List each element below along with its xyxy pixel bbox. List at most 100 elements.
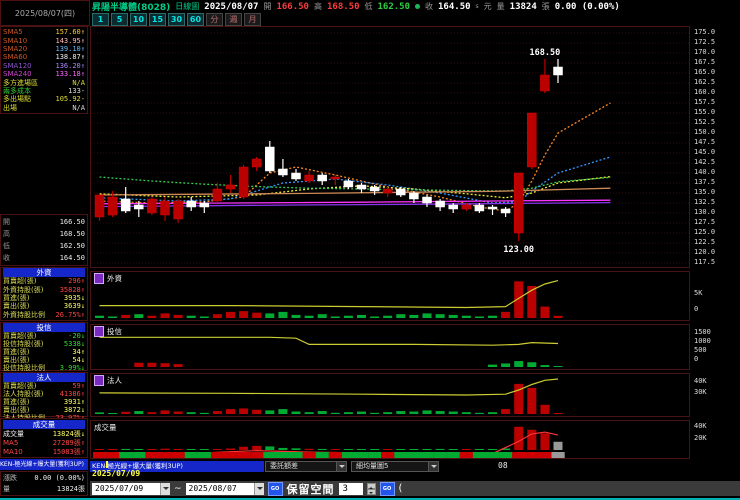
period-button-60[interactable]: 60 [187, 13, 204, 26]
stat-label: SMA20 [3, 44, 28, 53]
stat-value: 0.00 (0.00%) [34, 473, 85, 482]
stat-row: 投信持股比例 3.99%↓ [3, 364, 85, 372]
panel-tick-label: 500 [694, 346, 707, 354]
low-label: 低 [364, 2, 373, 11]
keep-space-input[interactable]: 3 [338, 482, 363, 495]
stat-row: MA10 15083張↑ [3, 448, 85, 456]
stat-value: 136.20↑ [55, 61, 85, 70]
stat-row: 賣出(張) 3872↓ [3, 406, 85, 414]
box-title: 投信 [3, 323, 85, 332]
foreign-net-panel[interactable]: 外資 [90, 271, 690, 321]
indicator-icon [94, 273, 104, 284]
stat-value: 41386↑ [59, 390, 85, 398]
stat-row: 買進(張) 34↑ [3, 348, 85, 356]
period-button-15[interactable]: 15 [149, 13, 166, 26]
price-tick-label: 117.5 [694, 258, 716, 266]
stat-label: SMA120 [3, 61, 32, 70]
quote-date: 2025/08/07 [204, 1, 259, 12]
price-tick-label: 137.5 [694, 178, 716, 186]
stat-value: -20↓ [68, 332, 85, 340]
stat-row: 外資持股(張) 35828↑ [3, 286, 85, 294]
stat-row: 賣出(張) 54↓ [3, 356, 85, 364]
price-tick-label: 125.0 [694, 228, 716, 236]
volume-panel[interactable]: 成交量 [90, 420, 690, 459]
period-button-30[interactable]: 30 [168, 13, 185, 26]
stat-row: 買賣超(張) 296↑ [3, 277, 85, 285]
close-label: 收 [425, 2, 434, 11]
indicator-dropdown-1[interactable]: 委託額差 [265, 461, 347, 472]
stat-row: SMA120 136.20↑ [3, 62, 85, 70]
keep-space-label: 保留空間 [286, 482, 335, 496]
strategy-label-bar-left: KEN-極光線+爆大量(獲利3UP) [0, 459, 88, 470]
change-value: 0.00 (0.00%) [554, 1, 620, 12]
range-start-input[interactable]: 2025/07/09 [92, 482, 170, 495]
close-value: 164.50 [438, 1, 471, 12]
high-value: 168.50 [326, 1, 360, 12]
indicator-dropdown-2[interactable]: 細均量圖5 [351, 461, 439, 472]
stat-label: SMA60 [3, 53, 28, 62]
period-button-1[interactable]: 1 [92, 13, 109, 26]
stat-value: 138.87↑ [55, 53, 85, 62]
stat-row: 成交量 13824張↓ [3, 430, 85, 438]
stat-label: 外資持股比例 [3, 310, 45, 319]
box-title: 成交量 [3, 419, 85, 429]
chevron-down-icon[interactable] [428, 462, 438, 471]
indicator-icon [94, 326, 104, 337]
stat-row: MA5 27289張↑ [3, 439, 85, 447]
stock-name: 昇陽半導體(8028) [92, 3, 171, 13]
price-tick-label: 147.5 [694, 138, 716, 146]
stat-row: 外資持股比例 26.75%↑ [3, 311, 85, 319]
spinner-control[interactable] [366, 482, 376, 495]
stat-value: 139.10↑ [55, 44, 85, 53]
stat-value: 3931↑ [63, 398, 85, 406]
go-button-2[interactable]: GO [379, 481, 395, 496]
volume-unit: 張 [541, 2, 550, 11]
spinner-down-icon[interactable] [366, 488, 376, 495]
stat-row: 開 166.50 [3, 218, 85, 226]
price-tick-label: 145.0 [694, 148, 716, 156]
stat-label: 投信持股比例 [3, 364, 45, 372]
institutional-net-panel[interactable]: 法人 [90, 373, 690, 417]
close-suffix: s [475, 3, 479, 10]
period-button-分[interactable]: 分 [206, 13, 223, 26]
indicator-icon [94, 375, 104, 386]
stat-value: 162.50 [59, 242, 85, 250]
svg-text:123.00: 123.00 [503, 245, 534, 255]
box-title: 外資 [3, 268, 85, 278]
panel-label-trust: 投信 [94, 326, 122, 337]
stat-row: 買賣超(張) 59↑ [3, 382, 85, 390]
panel-tick-label: 40K [694, 377, 707, 385]
go-button[interactable]: GO [267, 481, 283, 496]
stat-row: 多方進場區 N/A [3, 79, 85, 87]
institutional-box: 法人 買賣超(張) 59↑ 法人持股(張) 41386↑ 買進(張) 3931↑ 賣出(張) 3… [0, 372, 88, 422]
period-button-月[interactable]: 月 [244, 13, 261, 26]
stat-value: 157.60↑ [55, 28, 85, 37]
stat-value: 26.75%↑ [55, 310, 85, 319]
period-button-週[interactable]: 週 [225, 13, 242, 26]
calendar-dropdown-icon[interactable] [253, 482, 264, 495]
stat-label: SMA10 [3, 36, 28, 45]
calendar-dropdown-icon[interactable] [160, 482, 170, 495]
period-button-10[interactable]: 10 [130, 13, 147, 26]
range-end-input[interactable]: 2025/08/07 [185, 482, 264, 495]
volume-value: 13824 [509, 1, 537, 12]
stat-label: 收 [3, 254, 10, 262]
stat-label: 低 [3, 242, 10, 250]
trust-net-panel[interactable]: 投信 [90, 324, 690, 370]
volume-stats-box: 成交量 成交量 13824張↓ MA5 27289張↑ MA10 15083張↑ [0, 418, 88, 458]
svg-text:168.50: 168.50 [530, 48, 561, 58]
price-tick-label: 150.0 [694, 128, 716, 136]
stat-value: 164.50 [59, 254, 85, 262]
chevron-down-icon[interactable] [336, 462, 346, 471]
stat-label: 出場 [3, 103, 17, 112]
price-tick-label: 127.5 [694, 218, 716, 226]
stat-label: 買進(張) [3, 294, 30, 303]
stat-value: N/A [72, 78, 85, 87]
period-button-5[interactable]: 5 [111, 13, 128, 26]
stat-value: 35828↑ [59, 285, 85, 294]
stat-value: 59↑ [72, 382, 85, 390]
stat-row: 買進(張) 3931↑ [3, 398, 85, 406]
price-tick-label: 152.5 [694, 118, 716, 126]
price-tick-label: 140.0 [694, 168, 716, 176]
main-candlestick-chart[interactable]: 123.00 168.50 [90, 26, 691, 268]
